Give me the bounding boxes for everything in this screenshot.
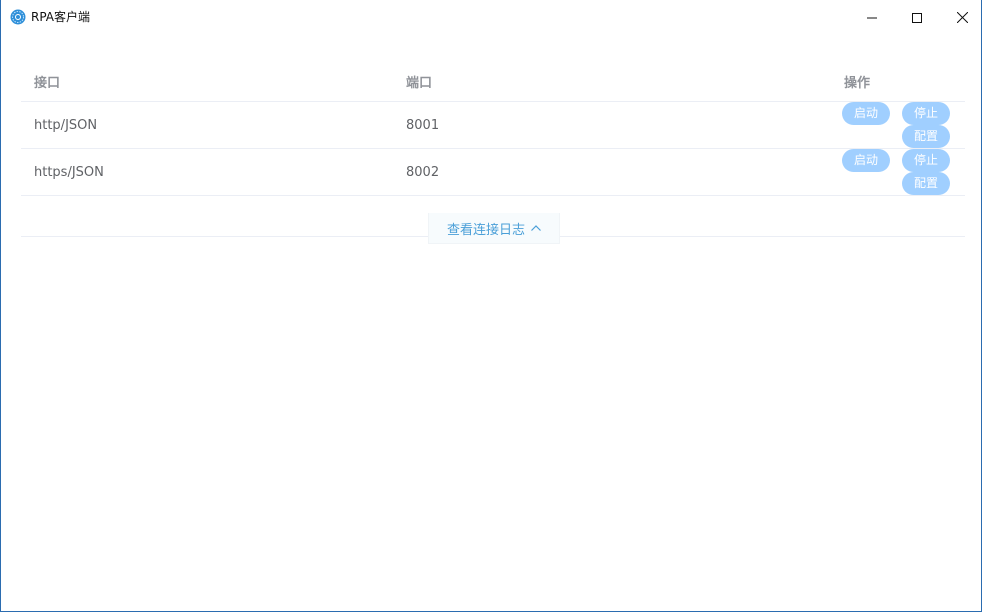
start-button[interactable]: 启动 <box>842 102 890 125</box>
close-icon <box>956 12 968 23</box>
stop-button[interactable]: 停止 <box>902 149 950 172</box>
table-row: http/JSON 8001 启动 停止配置 <box>21 101 965 149</box>
actions-cell: 启动 停止配置 <box>765 148 965 196</box>
column-header-port: 端口 <box>393 61 765 102</box>
config-button[interactable]: 配置 <box>902 172 950 195</box>
table-row: https/JSON 8002 启动 停止配置 <box>21 148 965 196</box>
main-content: 接口 端口 操作 http/JSON 8001 启动 停止配置 https/JSO… <box>21 32 965 244</box>
view-connection-log-toggle[interactable]: 查看连接日志 <box>428 213 560 244</box>
maximize-button[interactable] <box>894 3 940 32</box>
ports-table: 接口 端口 操作 http/JSON 8001 启动 停止配置 https/JSO… <box>21 61 965 237</box>
app-window: RPA客户端 接口 端口 操作 http/JSON 8001 启动 停止配置 h… <box>0 0 982 612</box>
title-bar[interactable]: RPA客户端 <box>1 3 981 32</box>
table-header-row: 接口 端口 操作 <box>21 61 965 102</box>
minimize-button[interactable] <box>849 3 895 32</box>
globe-app-icon <box>10 9 26 25</box>
start-button[interactable]: 启动 <box>842 149 890 172</box>
port-cell: 8001 <box>393 101 765 149</box>
actions-cell: 启动 停止配置 <box>765 101 965 149</box>
window-title: RPA客户端 <box>31 10 91 24</box>
chevron-up-icon <box>531 225 541 231</box>
log-toggle-label: 查看连接日志 <box>446 222 525 238</box>
maximize-icon <box>912 12 922 23</box>
interface-cell: https/JSON <box>21 148 393 196</box>
stop-button[interactable]: 停止 <box>902 102 950 125</box>
minimize-icon <box>867 17 877 18</box>
column-header-actions: 操作 <box>765 61 965 102</box>
interface-cell: http/JSON <box>21 101 393 149</box>
close-button[interactable] <box>939 3 982 32</box>
config-button[interactable]: 配置 <box>902 125 950 148</box>
port-cell: 8002 <box>393 148 765 196</box>
column-header-interface: 接口 <box>21 61 393 102</box>
